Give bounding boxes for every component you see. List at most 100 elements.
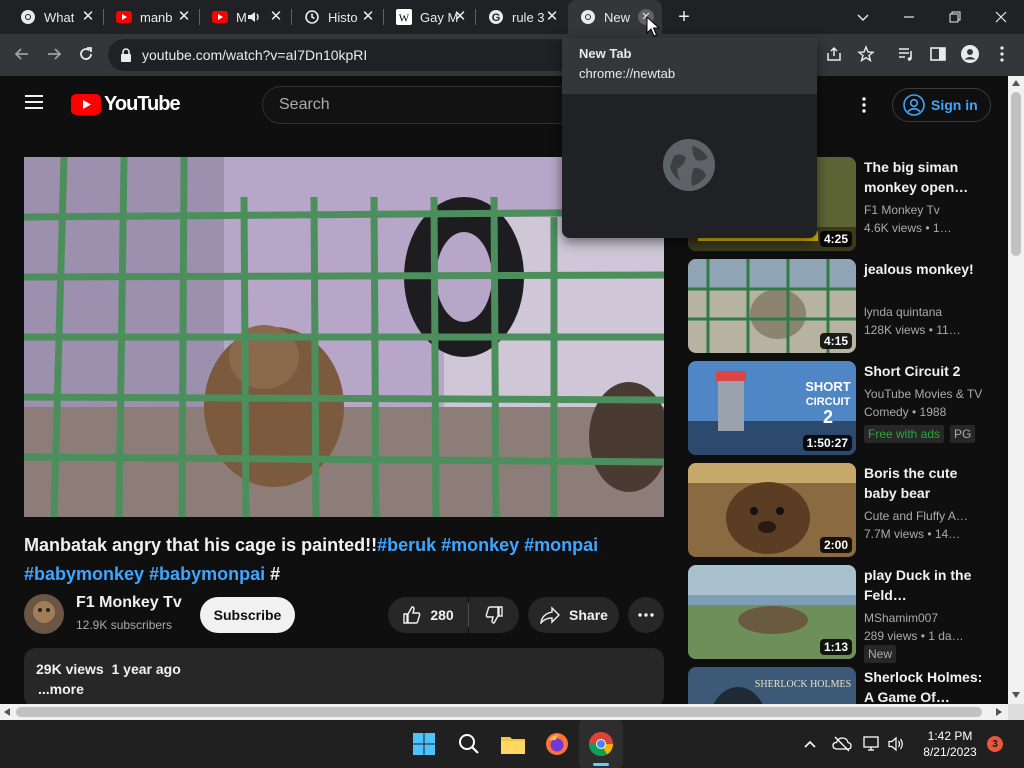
like-count: 280 xyxy=(430,607,454,623)
tab-5[interactable]: W Gay M ✕ xyxy=(384,0,476,34)
tab-6[interactable]: G rule 3 ✕ xyxy=(476,0,568,34)
video-thumbnail[interactable]: 1:13 xyxy=(688,565,856,659)
recommended-meta: 7.7M views • 14… xyxy=(864,527,961,541)
subscriber-count: 12.9K subscribers xyxy=(76,618,173,632)
video-thumbnail[interactable]: 4:15 xyxy=(688,259,856,353)
horizontal-scrollbar[interactable] xyxy=(0,704,1008,720)
tab-title: What xyxy=(44,9,75,25)
scroll-left-arrow-icon[interactable] xyxy=(4,708,10,716)
hashtag-link[interactable]: #babymonkey #babymonpai xyxy=(24,564,265,584)
start-windows-icon[interactable] xyxy=(404,720,444,768)
close-tab-icon[interactable]: ✕ xyxy=(360,9,376,25)
mouse-cursor-icon xyxy=(646,15,661,43)
close-window-icon[interactable] xyxy=(978,0,1024,34)
close-tab-icon[interactable]: ✕ xyxy=(452,9,468,25)
channel-avatar[interactable] xyxy=(24,594,64,634)
new-tab-button[interactable]: + xyxy=(672,5,696,29)
duration-badge: 4:25 xyxy=(819,231,852,247)
search-input[interactable]: Search xyxy=(262,86,582,124)
hashtag-link[interactable]: #beruk #monkey #monpai xyxy=(377,535,598,555)
search-placeholder: Search xyxy=(279,96,330,113)
recommended-meta: 289 views • 1 da… xyxy=(864,629,964,643)
tab-search-chevron-icon[interactable] xyxy=(840,0,886,34)
video-thumbnail[interactable]: SHORT CIRCUIT 2 1:50:27 xyxy=(688,361,856,455)
recommended-title: jealous monkey! xyxy=(864,261,974,277)
description-box[interactable]: 29K views 1 year ago ...more xyxy=(24,648,664,704)
channel-name[interactable]: F1 Monkey Tv xyxy=(76,594,182,612)
lock-icon[interactable] xyxy=(120,48,132,62)
file-explorer-icon[interactable] xyxy=(493,720,533,768)
scroll-up-arrow-icon[interactable] xyxy=(1012,80,1020,86)
close-tab-icon[interactable]: ✕ xyxy=(80,9,96,25)
youtube-logo[interactable]: YouTube xyxy=(71,93,181,116)
notification-badge[interactable]: 3 xyxy=(987,736,1003,752)
volume-icon[interactable] xyxy=(885,720,907,768)
like-button[interactable]: 280 xyxy=(388,597,468,633)
subscribe-button[interactable]: Subscribe xyxy=(200,597,295,633)
tab-1[interactable]: What ✕ xyxy=(8,0,104,34)
bookmark-star-icon[interactable] xyxy=(852,40,880,68)
profile-icon[interactable] xyxy=(956,40,984,68)
reload-icon[interactable] xyxy=(72,40,100,68)
share-button[interactable]: Share xyxy=(528,597,619,633)
close-tab-icon[interactable]: ✕ xyxy=(176,9,192,25)
close-tab-icon[interactable]: ✕ xyxy=(268,9,284,25)
share-page-icon[interactable] xyxy=(820,40,848,68)
show-more-link[interactable]: ...more xyxy=(38,681,84,697)
youtube-page: YouTube Search Sign in Manbatak angry th… xyxy=(0,76,1008,704)
scroll-down-arrow-icon[interactable] xyxy=(1012,692,1020,698)
clock[interactable]: 1:42 PM 8/21/2023 xyxy=(914,720,986,768)
more-options-icon[interactable] xyxy=(856,95,872,115)
chrome-icon xyxy=(20,9,36,25)
tab-4[interactable]: Histo ✕ xyxy=(292,0,384,34)
account-icon xyxy=(903,94,925,116)
svg-text:W: W xyxy=(399,13,410,25)
thumbnail-text: SHERLOCK HOLMES xyxy=(755,679,851,690)
url-text: youtube.com/watch?v=aI7Dn10kpRI xyxy=(142,47,368,63)
more-actions-button[interactable] xyxy=(628,597,664,633)
sign-in-button[interactable]: Sign in xyxy=(892,88,991,122)
recommended-video[interactable]: SHORT CIRCUIT 2 1:50:27 Short Circuit 2 Yo… xyxy=(688,361,998,457)
horizontal-scroll-thumb[interactable] xyxy=(16,707,982,717)
tab-2[interactable]: manb ✕ xyxy=(104,0,200,34)
side-panel-icon[interactable] xyxy=(924,40,952,68)
tab-title: manb xyxy=(140,9,173,25)
tab-title: Histo xyxy=(328,9,358,25)
recommended-meta: 128K views • 11… xyxy=(864,323,961,337)
firefox-icon[interactable] xyxy=(537,720,577,768)
search-icon[interactable] xyxy=(449,720,489,768)
tab-3[interactable]: M ✕ xyxy=(200,0,292,34)
show-hidden-icons-chevron-icon[interactable] xyxy=(798,720,822,768)
vertical-scroll-thumb[interactable] xyxy=(1011,92,1021,256)
scroll-right-arrow-icon[interactable] xyxy=(996,708,1002,716)
cloud-offline-icon[interactable] xyxy=(830,720,854,768)
close-tab-icon[interactable]: ✕ xyxy=(544,9,560,25)
recommended-video[interactable]: SHERLOCK HOLMES Sherlock Holmes: A Game … xyxy=(688,667,998,704)
dislike-button[interactable] xyxy=(469,597,519,633)
chrome-menu-icon[interactable] xyxy=(988,40,1016,68)
recommended-video[interactable]: 1:13 play Duck in the Feld… MShamim007 2… xyxy=(688,565,998,663)
duration-badge: 2:00 xyxy=(819,537,852,553)
hover-card-title: New Tab xyxy=(579,46,632,61)
back-arrow-icon[interactable] xyxy=(8,40,36,68)
tab-hover-card: New Tab chrome://newtab xyxy=(562,38,817,238)
audio-playing-icon[interactable] xyxy=(246,9,262,28)
media-queue-icon[interactable] xyxy=(892,40,920,68)
chrome-taskbar-icon[interactable] xyxy=(579,720,623,768)
duration-badge: 4:15 xyxy=(819,333,852,349)
forward-arrow-icon[interactable] xyxy=(40,40,68,68)
restore-icon[interactable] xyxy=(932,0,978,34)
video-thumbnail[interactable]: 2:00 xyxy=(688,463,856,557)
share-label: Share xyxy=(569,607,608,623)
hamburger-menu-icon[interactable] xyxy=(24,94,48,114)
svg-text:2: 2 xyxy=(823,407,833,427)
recommended-video[interactable]: 4:15 jealous monkey! lynda quintana 128K… xyxy=(688,259,998,355)
recommended-channel: Cute and Fluffy A… xyxy=(864,509,968,523)
recommended-video[interactable]: 2:00 Boris the cute baby bear Cute and F… xyxy=(688,463,998,559)
recommended-channel: MShamim007 xyxy=(864,611,939,625)
minimize-icon[interactable] xyxy=(886,0,932,34)
video-thumbnail[interactable]: SHERLOCK HOLMES xyxy=(688,667,856,704)
vertical-scrollbar[interactable] xyxy=(1008,76,1024,704)
sign-in-label: Sign in xyxy=(931,97,978,113)
network-icon[interactable] xyxy=(861,720,883,768)
